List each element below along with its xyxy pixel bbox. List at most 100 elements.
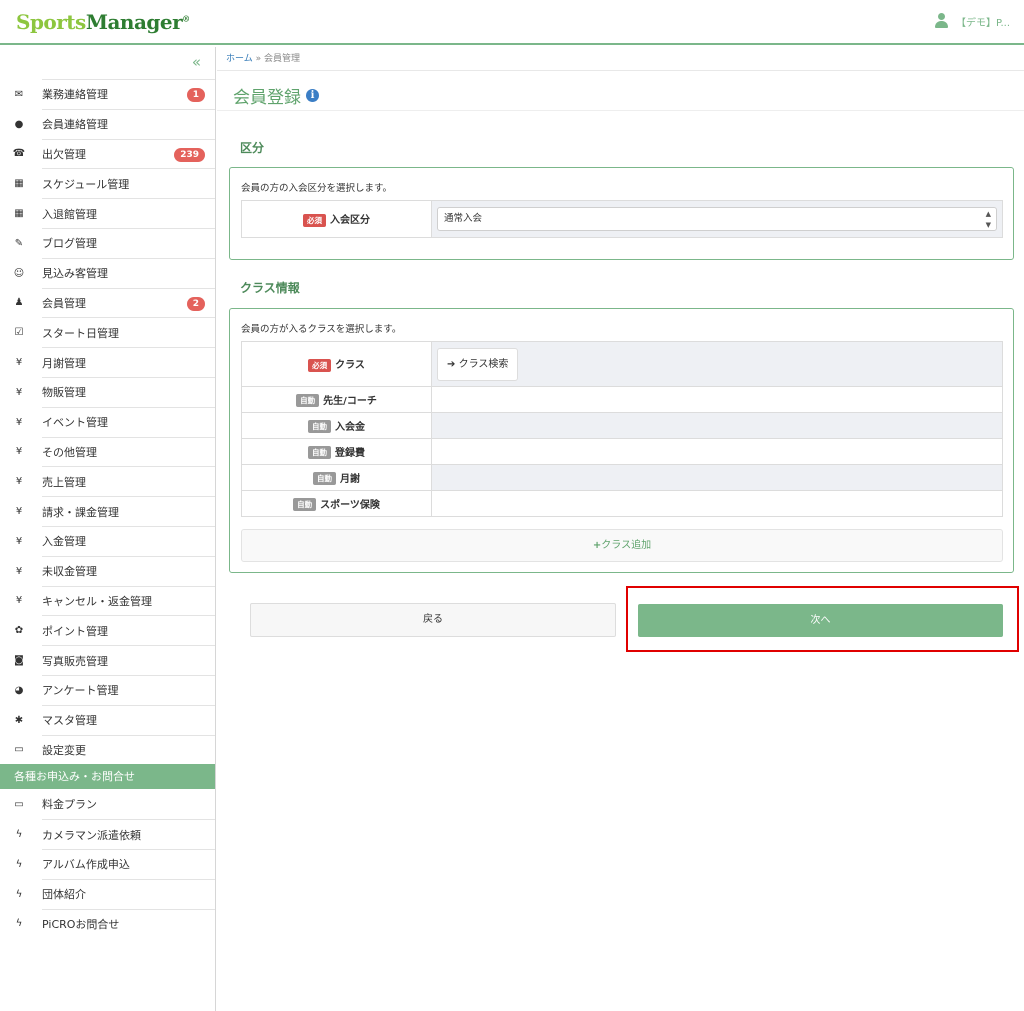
- sidebar: « ✉ 業務連絡管理 1 ● 会員連絡管理 ☎ 出欠管理 239 ▦ スケジュール管理 ▦ 入退館管理…: [0, 47, 216, 1011]
- class-search-button[interactable]: ➔ クラス検索: [437, 347, 519, 381]
- sidebar-item[interactable]: ¥ 物販管理: [16, 376, 215, 407]
- sidebar-item[interactable]: ▦ 入退館管理: [14, 198, 215, 228]
- sidebar-item[interactable]: ☑ スタート日管理: [15, 317, 215, 347]
- entrance-fee-label: 自動 入会金: [241, 412, 432, 439]
- sidebar-item-label: その他管理: [42, 445, 97, 459]
- app-logo[interactable]: SportsManager®: [16, 10, 190, 34]
- calendar-icon: ▦: [14, 178, 24, 190]
- sidebar-item[interactable]: ✎ ブログ管理: [15, 227, 215, 258]
- sidebar-item[interactable]: ♟ 会員管理 2: [15, 287, 215, 318]
- auto-tag: 自動: [293, 498, 317, 512]
- sidebar-item-label: 出欠管理: [42, 147, 86, 161]
- camera-icon: ◙: [14, 655, 24, 667]
- bolt-icon: ϟ: [15, 858, 23, 870]
- join-type-label: 必須 入会区分: [241, 200, 432, 238]
- desktop-icon: ▭: [14, 744, 24, 756]
- sidebar-item-label: 入金管理: [42, 535, 86, 549]
- sports-insurance-label: 自動 スポーツ保険: [241, 490, 432, 517]
- yen-icon: ¥: [15, 565, 23, 577]
- sidebar-item[interactable]: ¥ 入金管理: [16, 525, 215, 556]
- sidebar-section-item[interactable]: ϟ PiCROお問合せ: [16, 908, 215, 939]
- yen-icon: ¥: [15, 506, 23, 518]
- sidebar-item-label: PiCROお問合せ: [42, 917, 120, 931]
- class-cell: ➔ クラス検索: [431, 341, 1003, 387]
- class-label: 必須 クラス: [241, 341, 432, 387]
- sidebar-item[interactable]: ☎ 出欠管理 239: [13, 138, 215, 169]
- main-content: ホーム » 会員管理 会員登録 i 区分 会員の方の入会区分を選択します。 必須…: [217, 47, 1024, 1011]
- sidebar-item[interactable]: ¥ 未収金管理: [16, 555, 215, 586]
- sidebar-item-label: 入退館管理: [42, 207, 97, 221]
- breadcrumb-home-link[interactable]: ホーム: [226, 54, 253, 64]
- join-type-select-value: 通常入会: [444, 213, 483, 224]
- sidebar-item-label: 料金プラン: [42, 798, 97, 812]
- sidebar-item[interactable]: ✿ ポイント管理: [15, 615, 215, 645]
- add-class-button-label: クラス追加: [601, 540, 652, 551]
- sidebar-item[interactable]: ▦ スケジュール管理: [14, 168, 215, 198]
- class-search-button-label: クラス検索: [458, 358, 509, 370]
- logo-text-manager: Manager: [85, 10, 183, 34]
- sidebar-item[interactable]: ◕ アンケート管理: [15, 674, 215, 705]
- sidebar-item[interactable]: ✉ 業務連絡管理 1: [15, 79, 215, 109]
- sidebar-item-label: 見込み客管理: [42, 267, 108, 281]
- sidebar-section-item[interactable]: ϟ カメラマン派遣依頼: [16, 819, 215, 849]
- registration-fee-label-text: 登録費: [335, 447, 365, 459]
- sidebar-item-label: スケジュール管理: [42, 177, 130, 191]
- join-type-select[interactable]: 通常入会 ▲ ▼: [437, 207, 997, 231]
- sidebar-item[interactable]: ☺ 見込み客管理: [14, 257, 215, 288]
- notification-badge: 2: [186, 296, 205, 311]
- sidebar-item-label: イベント管理: [42, 416, 108, 430]
- sidebar-item[interactable]: ¥ キャンセル・返金管理: [16, 585, 215, 616]
- sidebar-item[interactable]: ▭ 設定変更: [14, 734, 215, 765]
- user-menu[interactable]: 【デモ】P...: [934, 13, 1010, 29]
- sidebar-item-label: 月謝管理: [42, 356, 86, 370]
- double-chevron-left-icon[interactable]: «: [192, 53, 201, 71]
- coach-label-text: 先生/コーチ: [323, 395, 377, 407]
- coach-value: [431, 386, 1003, 413]
- registration-fee-value: [431, 438, 1003, 465]
- sidebar-item-label: キャンセル・返金管理: [42, 594, 152, 608]
- sidebar-collapse-button[interactable]: «: [0, 47, 215, 79]
- auto-tag: 自動: [296, 394, 320, 408]
- sidebar-item-label: 団体紹介: [42, 888, 86, 902]
- section-title-category: 区分: [240, 141, 265, 155]
- sidebar-item-label: ポイント管理: [42, 624, 108, 638]
- sidebar-item[interactable]: ¥ 売上管理: [16, 466, 215, 496]
- sidebar-item[interactable]: ¥ イベント管理: [16, 406, 215, 437]
- yen-icon: ¥: [15, 595, 23, 607]
- required-tag: 必須: [303, 213, 326, 227]
- bolt-icon: ϟ: [15, 829, 23, 841]
- sidebar-item-label: カメラマン派遣依頼: [42, 828, 141, 842]
- class-info-description: 会員の方が入るクラスを選択します。: [241, 324, 402, 335]
- yen-icon: ¥: [15, 357, 23, 369]
- sidebar-item[interactable]: ¥ その他管理: [16, 436, 215, 467]
- arrow-right-icon: ➔: [447, 358, 456, 370]
- info-icon[interactable]: i: [306, 89, 319, 102]
- required-tag: 必須: [308, 358, 332, 372]
- sidebar-item-label: アンケート管理: [42, 684, 119, 698]
- sports-insurance-label-text: スポーツ保険: [320, 499, 380, 511]
- sports-insurance-value: [431, 490, 1003, 517]
- breadcrumb-separator: »: [255, 54, 262, 64]
- gift-icon: ✿: [14, 625, 24, 637]
- category-panel: 会員の方の入会区分を選択します。 必須 入会区分 通常入会 ▲ ▼: [229, 167, 1014, 260]
- monthly-fee-label-text: 月謝: [340, 473, 360, 485]
- sidebar-item[interactable]: ¥ 請求・課金管理: [16, 496, 215, 526]
- sidebar-item-label: ブログ管理: [42, 237, 97, 251]
- user-icon: [934, 13, 948, 29]
- yen-icon: ¥: [15, 416, 23, 428]
- add-class-button[interactable]: +クラス追加: [241, 529, 1003, 562]
- sidebar-item-label: マスタ管理: [42, 714, 97, 728]
- sidebar-item[interactable]: ● 会員連絡管理: [15, 108, 215, 139]
- sidebar-section-item[interactable]: ▭ 料金プラン: [14, 789, 215, 819]
- sidebar-section-item[interactable]: ϟ アルバム作成申込: [16, 848, 215, 879]
- back-button[interactable]: 戻る: [250, 603, 616, 637]
- sidebar-section-item[interactable]: ϟ 団体紹介: [16, 878, 215, 909]
- sidebar-item-label: 売上管理: [42, 475, 86, 489]
- sidebar-item[interactable]: ◙ 写真販売管理: [14, 645, 215, 675]
- sidebar-item[interactable]: ¥ 月謝管理: [16, 347, 215, 377]
- monthly-fee-label: 自動 月謝: [241, 464, 432, 491]
- yen-icon: ¥: [15, 446, 23, 458]
- auto-tag: 自動: [308, 420, 331, 434]
- sidebar-item[interactable]: ✱ マスタ管理: [15, 704, 215, 735]
- pencil-icon: ✎: [14, 237, 24, 249]
